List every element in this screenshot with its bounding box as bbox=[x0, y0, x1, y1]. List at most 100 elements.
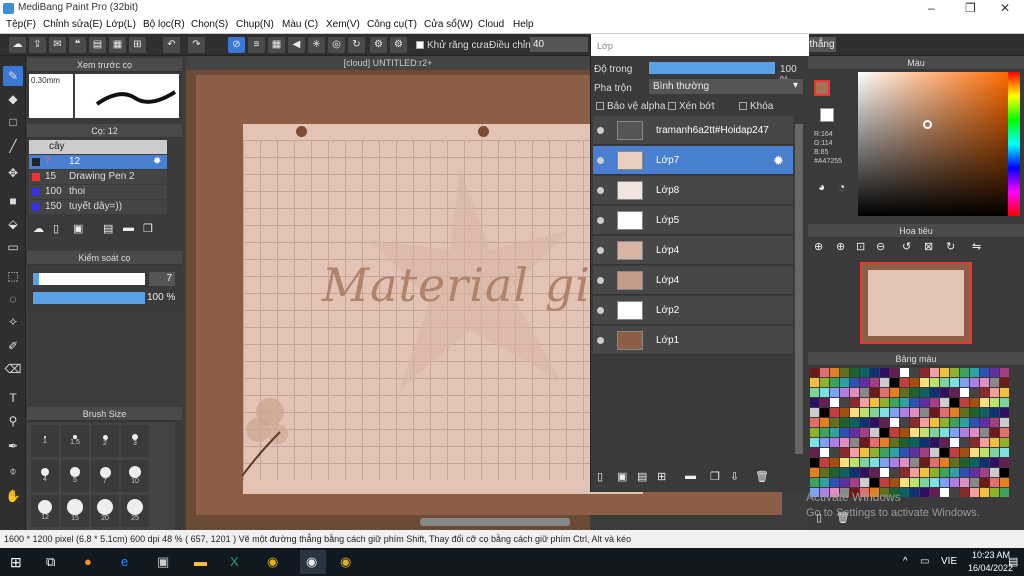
palette-swatch[interactable] bbox=[970, 378, 979, 387]
palette-swatch[interactable] bbox=[990, 488, 999, 497]
palette-swatch[interactable] bbox=[900, 478, 909, 487]
palette-swatch[interactable] bbox=[900, 418, 909, 427]
layer-row[interactable]: tramanh6a2tt#Hoidap247 bbox=[593, 116, 793, 145]
palette-swatch[interactable] bbox=[880, 458, 889, 467]
palette-swatch[interactable] bbox=[860, 438, 869, 447]
palette-swatch[interactable] bbox=[960, 398, 969, 407]
palette-swatch[interactable] bbox=[820, 428, 829, 437]
palette-swatch[interactable] bbox=[840, 478, 849, 487]
palette-swatch[interactable] bbox=[1000, 378, 1009, 387]
palette-swatch[interactable] bbox=[950, 458, 959, 467]
palette-swatch[interactable] bbox=[990, 438, 999, 447]
color-picker-cursor[interactable] bbox=[923, 120, 932, 129]
new-layer-icon[interactable]: ▯ bbox=[597, 470, 603, 483]
palette-swatch[interactable] bbox=[830, 428, 839, 437]
palette-swatch[interactable] bbox=[880, 448, 889, 457]
protect-alpha-checkbox[interactable]: Bảo vệ alpha bbox=[596, 101, 665, 112]
reset-view-icon[interactable]: ⊠ bbox=[924, 240, 933, 253]
snap-settings-icon[interactable]: ⚙ bbox=[370, 37, 387, 53]
menu-cloud[interactable]: Cloud bbox=[478, 19, 504, 30]
palette-swatch[interactable] bbox=[960, 438, 969, 447]
palette-swatch[interactable] bbox=[840, 428, 849, 437]
adjust-input[interactable]: 40 bbox=[530, 37, 588, 52]
palette-swatch[interactable] bbox=[850, 368, 859, 377]
palette-swatch[interactable] bbox=[950, 398, 959, 407]
eyedropper-icon[interactable]: ⌽ bbox=[3, 461, 23, 481]
palette-swatch[interactable] bbox=[960, 388, 969, 397]
palette-swatch[interactable] bbox=[950, 468, 959, 477]
palette-swatch[interactable] bbox=[880, 388, 889, 397]
task-view-icon[interactable]: ⧉ bbox=[46, 554, 55, 570]
add-layer-menu-icon[interactable]: ⊞ bbox=[657, 470, 666, 483]
palette-swatch[interactable] bbox=[900, 438, 909, 447]
color-wheel-icon[interactable]: ◕ bbox=[818, 180, 825, 194]
chrome-profile-icon[interactable]: ◉ bbox=[340, 554, 351, 570]
palette-swatch[interactable] bbox=[1000, 488, 1009, 497]
eraser-tool-icon[interactable]: ◆ bbox=[3, 89, 23, 109]
palette-swatch[interactable] bbox=[930, 398, 939, 407]
palette-swatch[interactable] bbox=[960, 368, 969, 377]
palette-swatch[interactable] bbox=[890, 408, 899, 417]
comment-icon[interactable]: ✉ bbox=[49, 37, 66, 53]
rotate-left-icon[interactable]: ↺ bbox=[902, 240, 911, 253]
palette-swatch[interactable] bbox=[950, 448, 959, 457]
palette-swatch[interactable] bbox=[910, 478, 919, 487]
palette-swatch[interactable] bbox=[930, 488, 939, 497]
delete-brush-icon[interactable]: ❐ bbox=[143, 222, 153, 235]
language-indicator[interactable]: VIE bbox=[941, 556, 957, 567]
palette-swatch[interactable] bbox=[810, 458, 819, 467]
palette-swatch[interactable] bbox=[910, 458, 919, 467]
palette-swatch[interactable] bbox=[900, 368, 909, 377]
palette-swatch[interactable] bbox=[870, 438, 879, 447]
palette-swatch[interactable] bbox=[850, 378, 859, 387]
palette-swatch[interactable] bbox=[840, 458, 849, 467]
palette-swatch[interactable] bbox=[870, 458, 879, 467]
palette-swatch[interactable] bbox=[940, 468, 949, 477]
brush-size-cell[interactable]: 10 bbox=[121, 460, 149, 492]
clock-time[interactable]: 10:23 AM bbox=[972, 550, 1010, 560]
palette-swatch[interactable] bbox=[980, 378, 989, 387]
palette-swatch[interactable] bbox=[850, 418, 859, 427]
palette-swatch[interactable] bbox=[920, 438, 929, 447]
menu-select[interactable]: Chọn(S) bbox=[191, 19, 228, 30]
palette-swatch[interactable] bbox=[830, 418, 839, 427]
palette-swatch[interactable] bbox=[990, 418, 999, 427]
palette-swatch[interactable] bbox=[1000, 478, 1009, 487]
palette-swatch[interactable] bbox=[830, 368, 839, 377]
layer-opacity-slider[interactable] bbox=[649, 62, 775, 74]
new-brush-icon[interactable]: ▯ bbox=[53, 222, 59, 235]
palette-swatch[interactable] bbox=[920, 428, 929, 437]
palette-swatch[interactable] bbox=[830, 408, 839, 417]
palette-swatch[interactable] bbox=[940, 398, 949, 407]
palette-swatch[interactable] bbox=[920, 378, 929, 387]
delete-layer-icon[interactable]: 🗑 bbox=[755, 470, 769, 483]
palette-swatch[interactable] bbox=[810, 388, 819, 397]
main-color-swatch[interactable] bbox=[814, 80, 830, 96]
palette-swatch[interactable] bbox=[910, 398, 919, 407]
palette-swatch[interactable] bbox=[820, 378, 829, 387]
palette-swatch[interactable] bbox=[870, 378, 879, 387]
palette-swatch[interactable] bbox=[920, 488, 929, 497]
palette-swatch[interactable] bbox=[850, 398, 859, 407]
palette-swatch[interactable] bbox=[940, 488, 949, 497]
brush-size-cell[interactable]: 15 bbox=[61, 495, 89, 527]
palette-swatch[interactable] bbox=[910, 368, 919, 377]
snap-circle-icon[interactable]: ◎ bbox=[328, 37, 345, 53]
palette-swatch[interactable] bbox=[880, 378, 889, 387]
clip-checkbox[interactable]: Xén bớt bbox=[668, 101, 714, 112]
gear-icon[interactable]: ✹ bbox=[773, 153, 784, 169]
palette-swatch[interactable] bbox=[900, 388, 909, 397]
palette-swatch[interactable] bbox=[980, 488, 989, 497]
blend-select[interactable]: Bình thường ▾ bbox=[649, 79, 803, 94]
palette-swatch[interactable] bbox=[920, 458, 929, 467]
folder-icon[interactable]: ▬ bbox=[123, 222, 134, 234]
palette-swatch[interactable] bbox=[990, 468, 999, 477]
palette-swatch[interactable] bbox=[900, 398, 909, 407]
palette-swatch[interactable] bbox=[850, 438, 859, 447]
palette-swatch[interactable] bbox=[980, 418, 989, 427]
palette-swatch[interactable] bbox=[900, 408, 909, 417]
palette-swatch[interactable] bbox=[880, 438, 889, 447]
palette-swatch[interactable] bbox=[1000, 428, 1009, 437]
palette-swatch[interactable] bbox=[950, 428, 959, 437]
size-slider[interactable] bbox=[33, 273, 145, 285]
